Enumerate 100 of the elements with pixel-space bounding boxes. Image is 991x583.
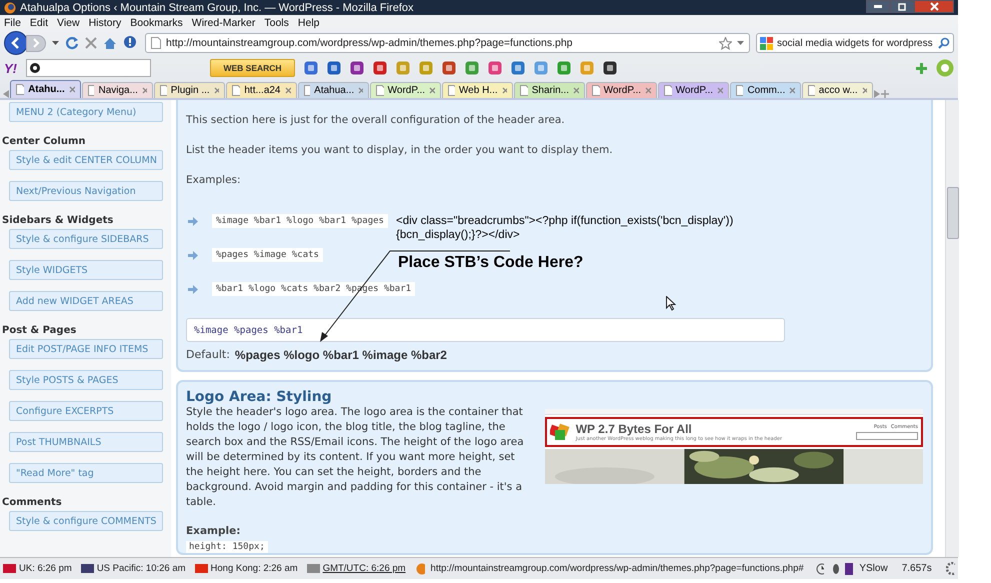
close-icon[interactable] <box>358 87 363 94</box>
close-icon <box>930 2 938 11</box>
back-button[interactable] <box>4 31 28 55</box>
plus-icon[interactable] <box>916 62 927 74</box>
section-heading: Post & Pages <box>2 324 78 338</box>
close-icon[interactable] <box>142 87 147 94</box>
page-icon <box>160 85 167 96</box>
yslow-label[interactable]: YSlow <box>859 563 888 574</box>
close-icon[interactable] <box>645 87 651 94</box>
close-icon[interactable] <box>502 87 507 94</box>
example-label: Example: <box>186 525 242 537</box>
toolbar-app-icon[interactable] <box>350 61 364 75</box>
browser-tab[interactable]: WordP... <box>658 82 729 98</box>
close-icon[interactable] <box>789 87 795 94</box>
load-time: 7.657s <box>902 563 932 574</box>
description-text: Style the header's logo area. The logo area is the container that holds the logo / logo icon, the blog title, the blog tagline, the search box and the RSS/Email icons. The height of the logo area will be determined by its content. If you want more height, set the height here. You can set the height, borders and the background. Avoid margin and padding for this container - it's a table. <box>186 405 525 510</box>
close-button[interactable] <box>914 0 954 13</box>
page-icon <box>664 85 672 96</box>
browser-tab[interactable]: Sharin... <box>514 82 585 98</box>
menu-item[interactable]: Help <box>298 16 320 28</box>
mouse-cursor-icon <box>666 296 676 311</box>
page-icon <box>592 85 600 96</box>
menu-item[interactable]: View <box>57 16 80 28</box>
maximize-icon <box>898 2 906 10</box>
address-field[interactable]: http://mountainstreamgroup.com/wordpress/wp-admin/themes.php?page=functions.php <box>145 33 750 53</box>
new-tab-icon[interactable] <box>881 90 889 98</box>
browser-tab[interactable]: Comm... <box>730 82 801 98</box>
example-code: %pages %image %cats <box>212 248 323 262</box>
page-icon <box>151 37 161 49</box>
browser-tab[interactable]: Atahu... <box>10 80 81 98</box>
dropdown-icon[interactable] <box>52 41 59 45</box>
section-heading: Center Column <box>2 135 87 149</box>
section-title: Logo Area: Styling <box>186 389 333 405</box>
default-value: %pages %logo %bar1 %image %bar2 <box>234 348 447 362</box>
clock-icon[interactable] <box>816 562 824 574</box>
header-items-field[interactable]: %image %pages %bar1 <box>186 318 785 342</box>
page-icon <box>232 85 240 96</box>
menu-item[interactable]: Wired-Marker <box>192 16 256 28</box>
examples-label: Examples: <box>186 174 242 186</box>
clock-text[interactable]: US Pacific: 10:26 am <box>96 563 186 574</box>
browser-tab[interactable]: WordP... <box>370 82 441 98</box>
browser-tab[interactable]: Naviga... <box>82 82 153 98</box>
page-icon <box>736 85 744 96</box>
annotation-code: <div class="breadcrumbs"><?php if(function_exists('bcn_display')) {bcn_display();}?></div> <box>396 214 734 242</box>
menu-item[interactable]: Edit <box>30 16 48 28</box>
page-icon <box>16 84 24 95</box>
arrow-icon <box>188 284 198 294</box>
close-icon[interactable] <box>284 87 291 94</box>
browser-tab[interactable]: acco w... <box>802 82 873 98</box>
maximize-button[interactable] <box>890 0 914 13</box>
reload-icon[interactable] <box>65 36 79 50</box>
alert-badge-icon[interactable] <box>123 35 139 51</box>
browser-tab[interactable]: Atahua... <box>298 82 369 98</box>
default-label: Default: <box>186 348 230 362</box>
home-icon[interactable] <box>103 36 117 50</box>
example-code: %image %bar1 %logo %bar1 %pages <box>212 214 388 228</box>
browser-tab[interactable]: Plugin ... <box>154 82 225 98</box>
yahoo-search-field[interactable] <box>26 59 151 77</box>
section-heading: Sidebars & Widgets <box>2 214 114 228</box>
arrow-icon <box>188 250 198 260</box>
menu-item[interactable]: File <box>4 16 21 28</box>
close-icon[interactable] <box>717 87 723 94</box>
scrollbar[interactable] <box>945 100 959 557</box>
dropdown-icon[interactable] <box>737 41 744 45</box>
minimize-button[interactable] <box>866 0 890 13</box>
blog-title: WP 2.7 Bytes For All <box>576 422 693 436</box>
example-code: height: 150px; <box>186 541 268 553</box>
close-icon[interactable] <box>214 87 219 94</box>
window-title: Atahualpa Options ‹ Mountain Stream Group, Inc. — WordPress - Mozilla Firefox <box>20 2 415 14</box>
close-icon[interactable] <box>429 87 435 94</box>
arrow-icon <box>188 216 198 226</box>
yahoo-logo[interactable]: Y! <box>4 60 17 76</box>
page-icon <box>88 85 94 96</box>
stop-icon[interactable] <box>85 37 97 49</box>
toolbar-app-icon[interactable] <box>327 61 341 75</box>
page-icon <box>520 85 528 96</box>
scroll-thumb[interactable] <box>947 187 959 239</box>
firefox-icon <box>4 2 16 14</box>
menu-item[interactable]: History <box>88 16 122 28</box>
page-icon <box>304 85 310 96</box>
section-heading: Comments <box>2 496 63 510</box>
browser-tab[interactable]: htt...a24 <box>226 82 297 98</box>
browser-tab[interactable]: WordP... <box>586 82 657 98</box>
clock-text[interactable]: UK: 6:26 pm <box>19 563 72 574</box>
page-icon <box>376 85 384 96</box>
clock-text[interactable]: GMT/UTC: 6:26 pm <box>322 563 406 574</box>
menu-item[interactable]: Tools <box>264 16 289 28</box>
star-icon[interactable] <box>719 36 732 50</box>
search-field[interactable]: social media widgets for wordpress <box>756 33 954 53</box>
web-search-button[interactable]: WEB SEARCH <box>210 59 295 77</box>
page-icon <box>448 85 455 96</box>
clock-text[interactable]: Hong Kong: 2:26 am <box>210 563 298 574</box>
instruction-text: List the header items you want to display, in the order you want to display them. <box>186 144 614 156</box>
page-icon <box>808 85 815 96</box>
browser-tab[interactable]: Web H... <box>442 82 513 98</box>
menu-item[interactable]: Bookmarks <box>130 16 183 28</box>
toolbar-app-icon[interactable] <box>603 61 617 75</box>
close-icon[interactable] <box>572 87 579 94</box>
close-icon[interactable] <box>862 87 867 94</box>
close-icon[interactable] <box>68 86 75 93</box>
